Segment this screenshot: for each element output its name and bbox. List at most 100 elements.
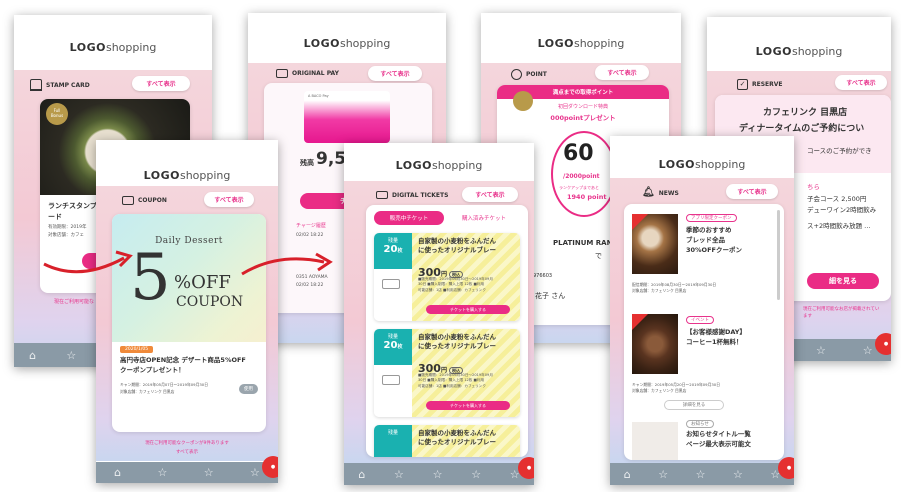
promo-line: 000pointプレゼント [550,114,616,122]
check-calendar-icon: ✓ [737,79,748,90]
ticket-count-badge: 残量 20枚 [374,329,412,365]
point-header: POINT [511,69,547,80]
home-icon[interactable]: ⌂ [624,468,631,481]
full-bonus-badge: Full Bonus [46,103,68,125]
reserve-headline: ディナータイムのご予約につい [739,124,865,134]
reserve-footer: 現在ご利用可能なお店が掲載されています [803,307,880,319]
news-tag: イベント [686,316,714,324]
ticket-detail: ■販売期間：2019年06月30日〜2019年09月 30日 ■購入制限：購入上… [418,277,493,292]
news-info: キャン期間：2019年05月20日〜2019年09月30日 対象店舗：カフェリン… [632,382,721,393]
home-icon[interactable]: ⌂ [29,349,36,362]
new-ribbon [632,314,648,330]
shop-name: カフェリンク 目黒店 [763,108,848,118]
ticket-item[interactable]: 残量 20枚 自家製の小麦粉をふんだん に使ったオリジナルブレー 300円 税込 ■… [374,233,520,321]
notification-badge[interactable]: ● [518,457,534,479]
see-all-button[interactable]: すべて表示 [132,76,190,91]
star-icon[interactable]: ☆ [158,466,168,479]
see-all-button[interactable]: すべて表示 [462,187,518,202]
buy-ticket-button[interactable]: チケットを購入する [426,305,510,314]
bottom-nav: ⌂☆☆☆☆ [344,463,534,485]
rank-name: PLATINUM RANK [553,239,618,247]
app-logo: LOGOshopping [69,41,157,54]
new-ribbon [632,214,648,230]
news-title: 季節のおすすめ ブレッド全品 30%OFFクーポン [686,226,742,254]
rank-sub: で [595,252,602,260]
wallet-icon [276,69,288,78]
star-icon[interactable]: ☆ [66,349,76,362]
charge-history-label[interactable]: チャージ履歴 [296,222,326,229]
star-icon[interactable]: ☆ [816,344,826,357]
history-row: 02/02 18:22 [296,233,324,238]
reserve-line: コースのご予約ができ [807,147,872,155]
app-logo: LOGOshopping [537,37,625,50]
star-icon[interactable]: ☆ [394,468,404,481]
coin-icon [511,69,522,80]
coupon-footer: 現在ご利用可能なクーポンが9件あります [145,441,229,446]
use-coupon-button[interactable]: 使用 [239,384,258,394]
coupon-see-all-link[interactable]: すべて表示 [96,449,278,455]
bottom-nav: ⌂ ☆ ☆ ☆ [96,462,278,483]
app-logo: LOGOshopping [143,169,231,182]
home-icon[interactable]: ⌂ [114,466,121,479]
tab-purchased[interactable]: 購入済みチケット [448,211,520,225]
stamp-footer: 現在ご利用可能な [54,299,95,305]
buy-ticket-button[interactable]: チケットを購入する [426,401,510,410]
ticket-count-badge: 残量 20枚 [374,233,412,269]
point-info: 976603 [533,273,553,279]
member-name: 花子 さん [535,292,566,300]
star-icon[interactable]: ☆ [204,466,214,479]
star-icon[interactable]: ☆ [433,468,443,481]
reserve-line: 子会コース 2,500円 [807,195,867,203]
star-icon[interactable]: ☆ [696,468,706,481]
tab-on-sale[interactable]: 販売中チケット [374,211,444,225]
notification-badge[interactable]: ● [262,456,278,478]
coupon-word: COUPON [176,294,244,310]
pay-card[interactable]: A BACO Pay [304,91,390,143]
coupon-screen: LOGOshopping COUPON すべて表示 Daily Dessert … [96,140,278,483]
app-logo: LOGOshopping [303,37,391,50]
coupon-icon [122,196,134,205]
home-icon[interactable]: ⌂ [358,468,365,481]
star-icon[interactable]: ☆ [471,468,481,481]
see-all-button[interactable]: すべて表示 [835,75,887,90]
star-icon[interactable]: ☆ [733,468,743,481]
reserve-line: デューワイン2時間飲み [807,206,877,214]
reserve-detail-button[interactable]: 細を見る [807,273,879,289]
ticket-icon [382,375,400,385]
see-all-button[interactable]: すべて表示 [368,66,422,81]
ticket-name: 自家製の小麦粉をふんだん に使ったオリジナルブレー [418,237,496,255]
ticket-icon [376,191,388,199]
notification-badge[interactable]: ● [875,333,891,355]
news-tag: お知らせ [686,420,714,428]
news-item[interactable]: お知らせ お知らせタイトル一覧 ページ最大表示可能文 [624,418,774,460]
star-icon[interactable]: ☆ [863,344,873,357]
app-logo: LOGOshopping [395,159,483,172]
coupon-description: 高円寺店OPEN記念 デザート商品5%OFF クーポンプレゼント！ [120,356,246,374]
ticket-icon [382,279,400,289]
news-title: 【お客様感謝DAY】 コーヒー1杯無料！ [686,328,747,346]
see-all-button[interactable]: すべて表示 [204,192,254,207]
bell-icon: 🔔︎ [642,187,655,198]
news-scrollbar[interactable] [777,210,780,300]
star-icon[interactable]: ☆ [250,466,260,479]
ticket-item[interactable]: 残量 20枚 自家製の小麦粉をふんだん に使ったオリジナルブレー 300円 税込 ■… [374,329,520,417]
stamp-icon [30,79,42,91]
news-detail-button[interactable]: 詳細を見る [664,400,724,410]
news-item[interactable]: イベント 【お客様感謝DAY】 コーヒー1杯無料！ キャン期間：2019年05月… [624,314,774,414]
reserve-line: ちら [807,183,820,191]
news-item[interactable]: アプリ限定クーポン 季節のおすすめ ブレッド全品 30%OFFクーポン 配信期間… [624,204,774,309]
bottom-nav: ⌂☆☆☆☆ [610,463,794,485]
ticket-item[interactable]: 残量 自家製の小麦粉をふんだん に使ったオリジナルブレー [374,425,520,457]
rank-points: 1940 point [567,193,607,201]
coupon-off: %OFF [174,272,231,293]
pay-card-label: A BACO Pay [308,94,329,98]
digital-tickets-screen: LOGOshopping DIGITAL TICKETS すべて表示 販売中チケ… [344,143,534,485]
see-all-button[interactable]: すべて表示 [726,184,778,199]
see-all-button[interactable]: すべて表示 [595,65,649,80]
star-icon[interactable]: ☆ [658,468,668,481]
ticket-name: 自家製の小麦粉をふんだん に使ったオリジナルブレー [418,429,496,447]
reserve-line: ス+2時間飲み放題 … [807,222,871,230]
ticket-detail: ■販売期間：2019年06月30日〜2019年09月 30日 ■購入制限：購入上… [418,373,493,388]
notification-badge[interactable]: ● [778,457,794,479]
coupon-shop: 対象店舗：カフェリンク 目黒店 [120,389,175,394]
